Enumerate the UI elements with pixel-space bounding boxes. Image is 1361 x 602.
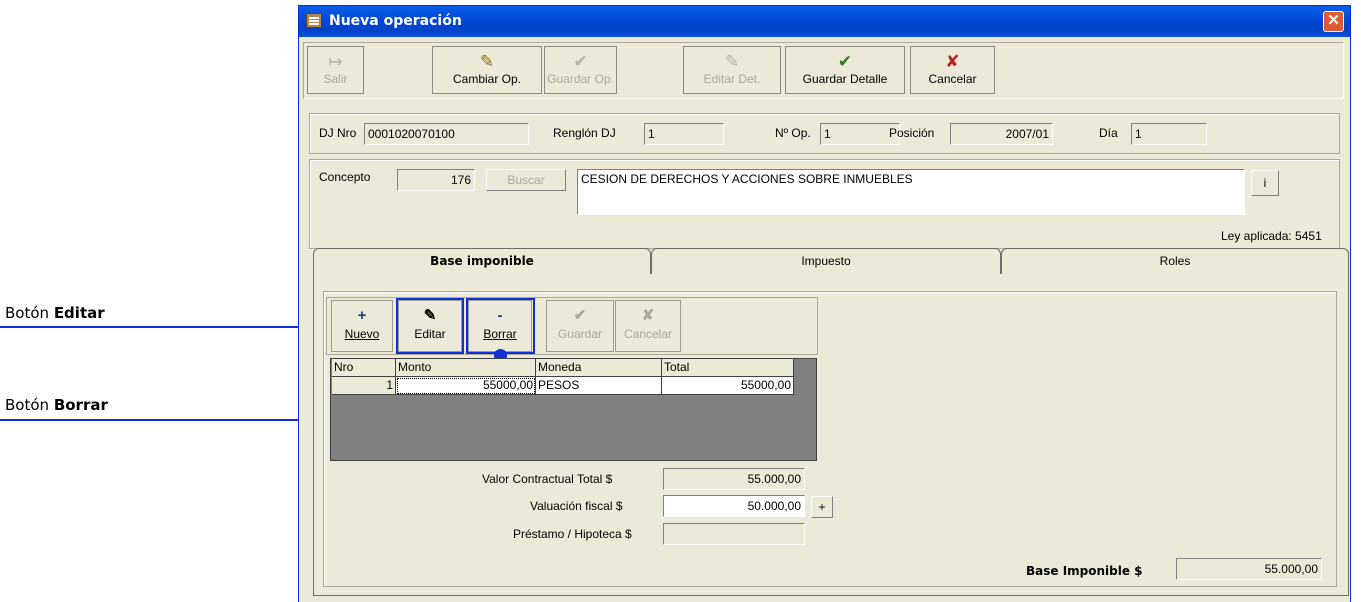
table-cell-total[interactable]: 55000,00 xyxy=(662,377,794,395)
salir-button[interactable]: ↦ Salir xyxy=(307,46,364,94)
callout-editar: Botón Editar xyxy=(5,304,105,322)
posicion-field: 2007/01 xyxy=(950,123,1053,145)
table-cell-nro[interactable]: 1 xyxy=(332,377,396,395)
guardar-detalle-button[interactable]: ✔ Guardar Detalle xyxy=(785,46,905,94)
window-title: Nueva operación xyxy=(329,13,462,29)
valor-contractual-label: Valor Contractual Total $ xyxy=(482,472,613,486)
prestamo-label: Préstamo / Hipoteca $ xyxy=(513,527,632,541)
nuevo-button[interactable]: + Nuevo xyxy=(331,300,393,352)
concepto-description: CESION DE DERECHOS Y ACCIONES SOBRE INMU… xyxy=(577,169,1245,215)
prestamo-field xyxy=(663,523,805,545)
dia-field: 1 xyxy=(1131,123,1207,145)
renglon-field: 1 xyxy=(644,123,724,145)
table-cell-monto[interactable]: 55000,00 xyxy=(396,377,536,395)
dj-nro-field: 0001020070100 xyxy=(364,123,529,145)
cambiar-op-button[interactable]: ✎ Cambiar Op. xyxy=(432,46,542,94)
app-icon xyxy=(306,13,322,28)
edit-icon: ✎ xyxy=(479,52,495,71)
column-header-total[interactable]: Total xyxy=(662,359,794,377)
title-bar: Nueva operación ✕ xyxy=(299,6,1350,37)
callout-borrar: Botón Borrar xyxy=(5,396,108,414)
table-cell-moneda[interactable]: PESOS xyxy=(536,377,662,395)
valuacion-fiscal-input[interactable]: 50.000,00 xyxy=(663,495,805,517)
valor-contractual-field: 55.000,00 xyxy=(663,468,805,490)
info-button[interactable]: i xyxy=(1251,170,1279,196)
column-header-moneda[interactable]: Moneda xyxy=(536,359,662,377)
cancelar-detalle-button[interactable]: ✘ Cancelar xyxy=(615,300,681,352)
base-imponible-field: 55.000,00 xyxy=(1176,558,1322,580)
ley-aplicada: Ley aplicada: 5451 xyxy=(1221,229,1322,243)
cancel-icon: ✘ xyxy=(641,307,655,324)
concepto-frame: Concepto 176 Buscar CESION DE DERECHOS Y… xyxy=(309,159,1340,249)
buscar-button[interactable]: Buscar xyxy=(486,169,566,191)
base-imponible-label: Base Imponible $ xyxy=(1026,564,1143,578)
concepto-code-field: 176 xyxy=(397,169,475,191)
edit-icon: ✎ xyxy=(724,52,740,71)
borrar-highlight xyxy=(466,298,535,354)
column-header-nro[interactable]: Nro xyxy=(332,359,396,377)
close-button[interactable]: ✕ xyxy=(1323,11,1344,32)
valuacion-fiscal-label: Valuación fiscal $ xyxy=(530,499,623,513)
column-header-monto[interactable]: Monto xyxy=(396,359,536,377)
plus-icon: + xyxy=(357,307,367,324)
main-toolbar: ↦ Salir ✎ Cambiar Op. ✔ Guardar Op. ✎ Ed… xyxy=(303,42,1344,99)
guardar-op-button[interactable]: ✔ Guardar Op. xyxy=(544,46,617,94)
detalle-grid: Nro Monto Moneda Total 1 55000,00 PESOS … xyxy=(330,358,817,461)
header-frame: DJ Nro 0001020070100 Renglón DJ 1 Nº Op.… xyxy=(309,113,1340,154)
check-icon: ✔ xyxy=(573,307,587,324)
check-icon: ✔ xyxy=(837,52,853,71)
tab-roles[interactable]: Roles xyxy=(1001,248,1349,274)
cancel-icon: ✘ xyxy=(945,52,960,71)
tab-base-imponible[interactable]: Base imponible xyxy=(313,248,651,274)
exit-icon: ↦ xyxy=(328,52,343,71)
nro-op-field: 1 xyxy=(820,123,900,145)
editar-det-button[interactable]: ✎ Editar Det. xyxy=(683,46,781,94)
check-icon: ✔ xyxy=(573,52,588,71)
cancelar-button[interactable]: ✘ Cancelar xyxy=(910,46,995,94)
tab-impuesto[interactable]: Impuesto xyxy=(651,248,1001,274)
editar-highlight xyxy=(396,298,464,354)
add-valuacion-button[interactable]: + xyxy=(811,496,833,518)
guardar-button[interactable]: ✔ Guardar xyxy=(546,300,614,352)
